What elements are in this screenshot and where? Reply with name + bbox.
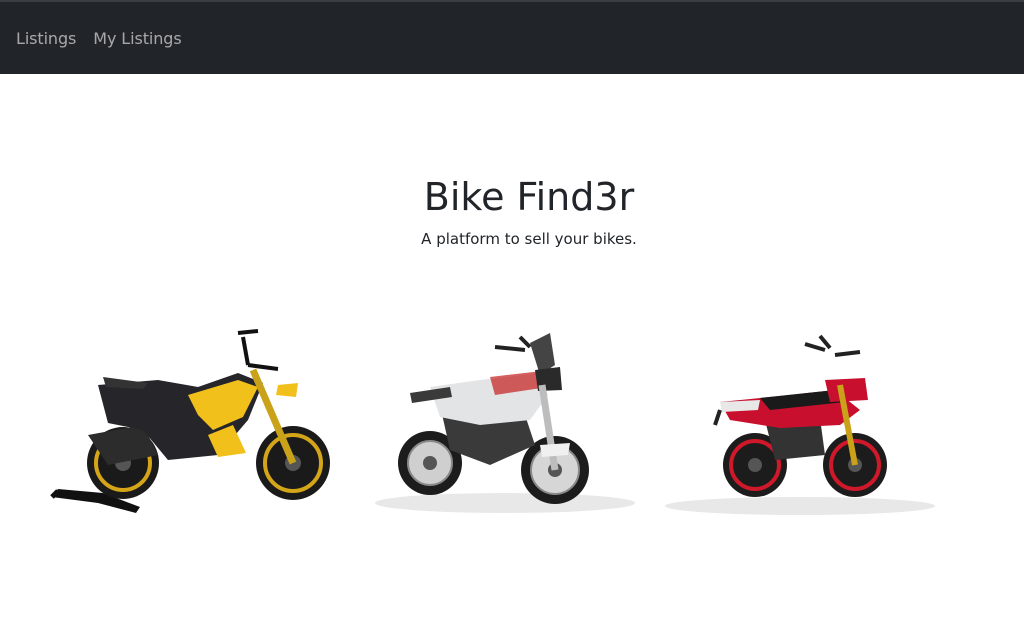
bike-image-streetfighter [48,325,338,520]
page-title: Bike Find3r [423,175,635,219]
nav-link-my-listings[interactable]: My Listings [93,29,181,48]
bike-image-supermoto [660,330,940,520]
bike-image-adventure [370,325,640,520]
nav-link-listings[interactable]: Listings [16,29,76,48]
top-navbar: Listings My Listings [0,0,1024,74]
page-subtitle: A platform to sell your bikes. [421,230,637,248]
hero-section: Bike Find3r A platform to sell your bike… [0,170,1024,248]
